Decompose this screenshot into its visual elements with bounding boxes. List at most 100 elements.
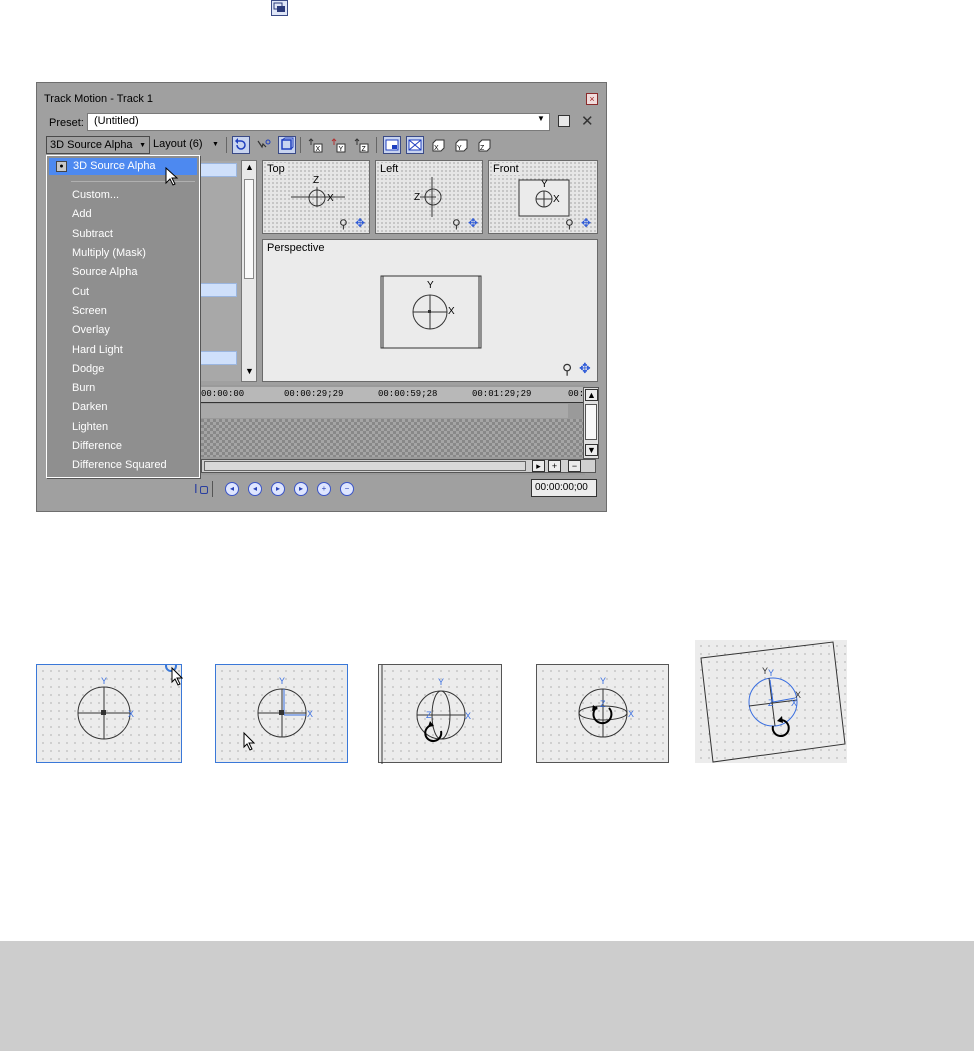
menu-item-lighten[interactable]: Lighten bbox=[72, 421, 108, 433]
scroll-thumb[interactable] bbox=[585, 404, 597, 440]
layout-dropdown[interactable]: Layout (6) bbox=[153, 138, 203, 150]
save-icon[interactable] bbox=[558, 115, 570, 127]
axis-label-z: Z bbox=[426, 710, 432, 720]
menu-item-difference[interactable]: Difference bbox=[72, 440, 122, 452]
timeline-ruler[interactable]: 00:00:00 00:00:29;29 00:00:59;28 00:01:2… bbox=[198, 387, 585, 403]
lock-x-button[interactable]: X bbox=[307, 136, 325, 154]
edit-in-place-button[interactable] bbox=[255, 136, 273, 154]
menu-item-difference-squared[interactable]: Difference Squared bbox=[72, 459, 167, 471]
next-keyframe-icon[interactable]: ▸ bbox=[271, 482, 285, 496]
move-icon[interactable]: ✥ bbox=[468, 216, 478, 230]
axis-label-x: X bbox=[327, 193, 334, 204]
menu-item-cut[interactable]: Cut bbox=[72, 286, 89, 298]
prevent-movement-y-button[interactable]: Y bbox=[452, 136, 470, 154]
menu-item-add[interactable]: Add bbox=[72, 208, 92, 220]
lock-z-button[interactable]: Z bbox=[353, 136, 371, 154]
track-list-scrollbar[interactable]: ▲ ▼ bbox=[241, 160, 257, 382]
scroll-down-icon[interactable]: ▼ bbox=[243, 366, 256, 378]
camera-space-button[interactable] bbox=[406, 136, 424, 154]
first-keyframe-icon[interactable]: ◂ bbox=[225, 482, 239, 496]
menu-item-source-alpha[interactable]: Source Alpha bbox=[72, 266, 137, 278]
zoom-icon[interactable]: ⚲ bbox=[565, 217, 574, 231]
svg-text:Z: Z bbox=[362, 146, 367, 153]
menu-item-darken[interactable]: Darken bbox=[72, 401, 107, 413]
scroll-up-icon[interactable]: ▲ bbox=[243, 162, 256, 174]
axis-label-y: Y bbox=[438, 677, 445, 687]
move-icon[interactable]: ✥ bbox=[579, 360, 591, 377]
chevron-down-icon: ▼ bbox=[139, 142, 146, 149]
menu-item-custom[interactable]: Custom... bbox=[72, 189, 119, 201]
scroll-down-icon[interactable]: ▼ bbox=[585, 444, 598, 456]
lock-y-button[interactable]: Y bbox=[330, 136, 348, 154]
front-viewport[interactable]: Front Y X ⚲ ✥ bbox=[488, 160, 598, 234]
menu-item-subtract[interactable]: Subtract bbox=[72, 228, 113, 240]
cursor-arrow-icon bbox=[165, 167, 179, 186]
menu-item-screen[interactable]: Screen bbox=[72, 305, 107, 317]
zoom-out-icon[interactable]: − bbox=[568, 460, 581, 472]
last-keyframe-icon[interactable]: ▸ bbox=[294, 482, 308, 496]
svg-text:X: X bbox=[316, 146, 321, 153]
add-keyframe-icon[interactable]: + bbox=[317, 482, 331, 496]
timeline-vertical-scrollbar[interactable]: ▲ ▼ bbox=[583, 387, 599, 459]
menu-item-hard-light[interactable]: Hard Light bbox=[72, 344, 123, 356]
perspective-viewport[interactable]: Perspective Y X ⚲ ✥ bbox=[262, 239, 598, 382]
object-space-button[interactable] bbox=[383, 136, 401, 154]
axis-label-z: Z bbox=[414, 192, 421, 203]
zoom-icon[interactable]: ⚲ bbox=[339, 217, 348, 231]
keyframe-area[interactable] bbox=[198, 419, 585, 457]
timecode-field[interactable]: 00:00:00;00 bbox=[531, 479, 597, 497]
example-select-frame: Y X bbox=[215, 664, 348, 763]
restore-window-icon[interactable] bbox=[271, 0, 288, 16]
prevent-movement-x-button[interactable]: X bbox=[429, 136, 447, 154]
scroll-thumb[interactable] bbox=[244, 179, 254, 279]
zoom-icon[interactable]: ⚲ bbox=[452, 217, 461, 231]
ruler-tick-label: 00: bbox=[568, 389, 585, 399]
axis-label-z: Z bbox=[600, 699, 606, 709]
ruler-tick-label: 00:00:00 bbox=[201, 389, 245, 399]
lock-icon[interactable] bbox=[200, 486, 208, 494]
delete-keyframe-icon[interactable]: − bbox=[340, 482, 354, 496]
menu-item-burn[interactable]: Burn bbox=[72, 382, 95, 394]
axis-label-x: X bbox=[553, 194, 560, 205]
zoom-icon[interactable]: ⚲ bbox=[562, 361, 572, 378]
blend-mode-dropdown[interactable]: 3D Source Alpha ▼ bbox=[46, 136, 150, 154]
scroll-thumb[interactable] bbox=[204, 461, 526, 471]
axis-label-x: X bbox=[448, 306, 455, 317]
axis-label-y: Y bbox=[600, 676, 607, 686]
svg-text:Y: Y bbox=[339, 146, 344, 153]
sync-cursor-icon[interactable]: I bbox=[194, 481, 198, 496]
move-icon[interactable]: ✥ bbox=[355, 216, 365, 230]
preset-input[interactable]: (Untitled) bbox=[87, 113, 550, 131]
window-title: Track Motion - Track 1 bbox=[44, 93, 154, 105]
axis-label-x: X bbox=[307, 709, 314, 719]
track-row[interactable] bbox=[197, 283, 237, 297]
menu-item-multiply[interactable]: Multiply (Mask) bbox=[72, 247, 146, 259]
ruler-tick-label: 00:00:59;28 bbox=[378, 389, 438, 399]
undo-rotate-button[interactable] bbox=[232, 136, 250, 154]
keyframe-lane[interactable] bbox=[198, 404, 568, 418]
preset-dropdown-arrow-icon[interactable]: ▼ bbox=[537, 114, 545, 123]
axis-label-y: Y bbox=[279, 676, 286, 686]
prevent-movement-z-button[interactable]: Z bbox=[475, 136, 493, 154]
track-row[interactable] bbox=[197, 351, 237, 365]
toolbar-separator bbox=[300, 137, 301, 153]
ruler-tick-label: 00:01:29;29 bbox=[472, 389, 532, 399]
layout-chevron-down-icon[interactable]: ▼ bbox=[212, 141, 219, 148]
menu-item-overlay[interactable]: Overlay bbox=[72, 324, 110, 336]
zoom-in-icon[interactable]: + bbox=[548, 460, 561, 472]
top-viewport[interactable]: Top Z X ⚲ ✥ bbox=[262, 160, 370, 234]
delete-icon[interactable]: ✕ bbox=[581, 112, 594, 130]
enable-3d-button[interactable] bbox=[278, 136, 296, 154]
previous-keyframe-icon[interactable]: ◂ bbox=[248, 482, 262, 496]
menu-item-dodge[interactable]: Dodge bbox=[72, 363, 104, 375]
scroll-up-icon[interactable]: ▲ bbox=[585, 389, 598, 401]
scroll-right-icon[interactable]: ▸ bbox=[532, 460, 545, 472]
preset-label: Preset: bbox=[49, 117, 84, 129]
close-button[interactable]: × bbox=[586, 93, 598, 105]
left-viewport[interactable]: Left Z ⚲ ✥ bbox=[375, 160, 483, 234]
track-row[interactable] bbox=[197, 163, 237, 177]
timeline-horizontal-scrollbar[interactable]: ▸ + − bbox=[201, 459, 596, 473]
move-icon[interactable]: ✥ bbox=[581, 216, 591, 230]
toolbar-separator bbox=[212, 481, 213, 497]
checked-icon: ● bbox=[56, 161, 67, 172]
